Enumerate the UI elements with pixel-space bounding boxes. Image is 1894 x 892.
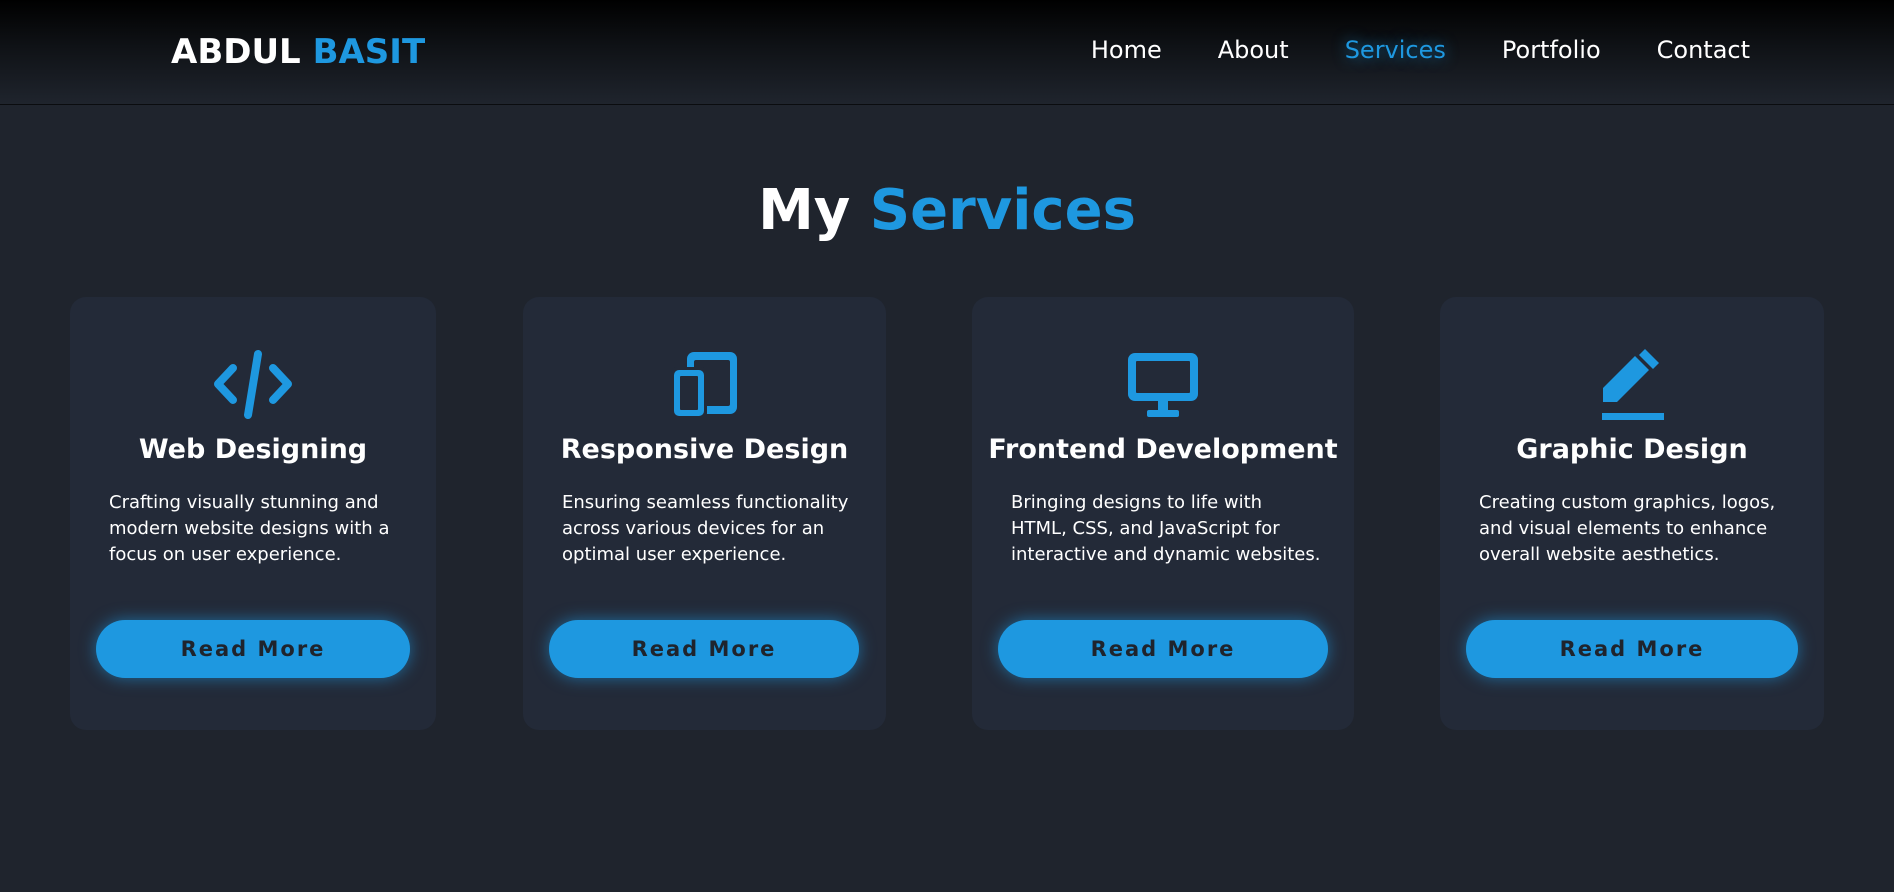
service-description: Creating custom graphics, logos, and vis… <box>1479 492 1776 565</box>
service-description: Ensuring seamless functionality across v… <box>562 492 849 565</box>
nav-portfolio-link[interactable]: Portfolio <box>1502 36 1601 64</box>
section-title: My Services <box>0 178 1894 243</box>
service-card-frontend-development: Frontend Development Bringing designs to… <box>972 297 1354 730</box>
nav-services-link[interactable]: Services <box>1345 36 1446 64</box>
section-title-prefix: My <box>758 178 851 243</box>
nav-contact-link[interactable]: Contact <box>1657 36 1750 64</box>
desktop-monitor-icon <box>972 347 1354 423</box>
service-title: Frontend Development <box>988 434 1338 465</box>
read-more-button[interactable]: Read More <box>96 620 410 678</box>
site-logo[interactable]: ABDUL BASIT <box>171 32 425 72</box>
read-more-button[interactable]: Read More <box>998 620 1328 678</box>
logo-first-name: ABDUL <box>171 32 301 72</box>
responsive-devices-icon <box>523 347 886 423</box>
logo-last-name: BASIT <box>312 32 426 72</box>
section-title-accent: Services <box>869 178 1136 243</box>
nav-about-link[interactable]: About <box>1218 36 1289 64</box>
nav-home-link[interactable]: Home <box>1091 36 1162 64</box>
service-title: Web Designing <box>138 434 368 465</box>
read-more-button[interactable]: Read More <box>1466 620 1798 678</box>
main-nav: Home About Services Portfolio Contact <box>1035 36 1750 64</box>
service-description: Bringing designs to life with HTML, CSS,… <box>1011 492 1321 565</box>
service-title: Graphic Design <box>1516 434 1748 465</box>
read-more-button[interactable]: Read More <box>549 620 859 678</box>
code-icon <box>70 347 436 423</box>
service-title: Responsive Design <box>560 434 849 465</box>
service-description: Crafting visually stunning and modern we… <box>109 492 390 565</box>
service-card-responsive-design: Responsive Design Ensuring seamless func… <box>523 297 886 730</box>
service-card-web-designing: Web Designing Crafting visually stunning… <box>70 297 436 730</box>
pen-icon <box>1440 347 1824 423</box>
service-card-graphic-design: Graphic Design Creating custom graphics,… <box>1440 297 1824 730</box>
site-header: ABDUL BASIT Home About Services Portfoli… <box>0 0 1894 105</box>
